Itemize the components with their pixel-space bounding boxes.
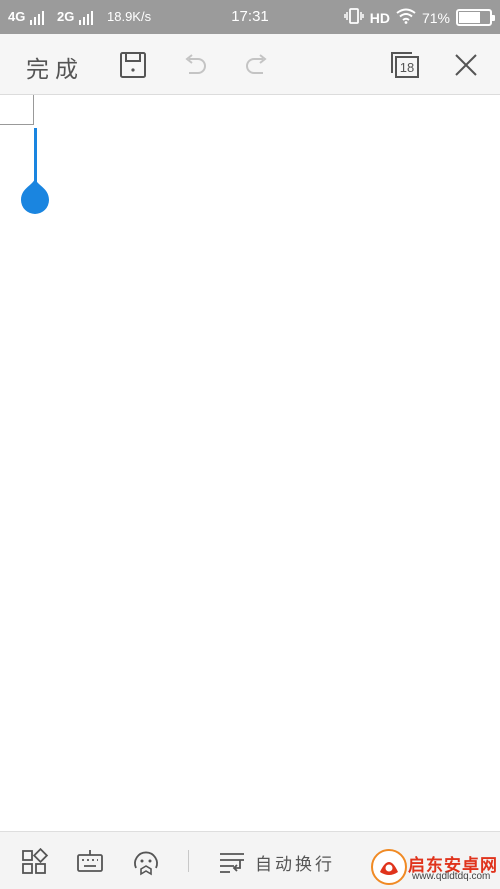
page-margin-corner <box>0 95 34 125</box>
apps-grid-icon[interactable] <box>21 847 49 876</box>
battery-percent: 71% <box>421 9 450 26</box>
done-button[interactable]: 完成 <box>26 50 84 84</box>
keyboard-icon[interactable] <box>76 848 104 876</box>
battery-icon <box>456 9 495 26</box>
vibrate-icon <box>343 8 364 27</box>
site-watermark: 启东安卓网 www.qdldtdq.com <box>362 838 500 889</box>
battery-fill <box>459 12 481 23</box>
close-icon[interactable] <box>451 50 481 80</box>
wifi-icon <box>396 8 416 27</box>
toolbar-divider <box>188 850 189 872</box>
watermark-url: www.qdldtdq.com <box>412 871 491 882</box>
document-area[interactable] <box>0 95 500 831</box>
word-wrap-icon[interactable] <box>218 848 246 876</box>
text-caret <box>34 128 37 184</box>
emoji-icon[interactable] <box>132 848 160 876</box>
right-status-group: HD 71% <box>343 8 495 27</box>
tabs-count-button[interactable]: 18 <box>389 50 421 80</box>
editor-toolbar: 完成 18 <box>0 34 500 95</box>
word-wrap-label[interactable]: 自动换行 <box>255 850 335 875</box>
caret-handle[interactable] <box>21 177 49 215</box>
save-icon[interactable] <box>118 50 148 80</box>
tabs-count-label: 18 <box>400 60 414 75</box>
redo-icon[interactable] <box>242 50 272 80</box>
hd-label: HD <box>369 9 390 26</box>
watermark-logo-icon <box>370 848 408 886</box>
status-bar: 4G 2G 18.9K/s 17:31 HD 71% <box>0 0 500 34</box>
undo-icon[interactable] <box>180 50 210 80</box>
